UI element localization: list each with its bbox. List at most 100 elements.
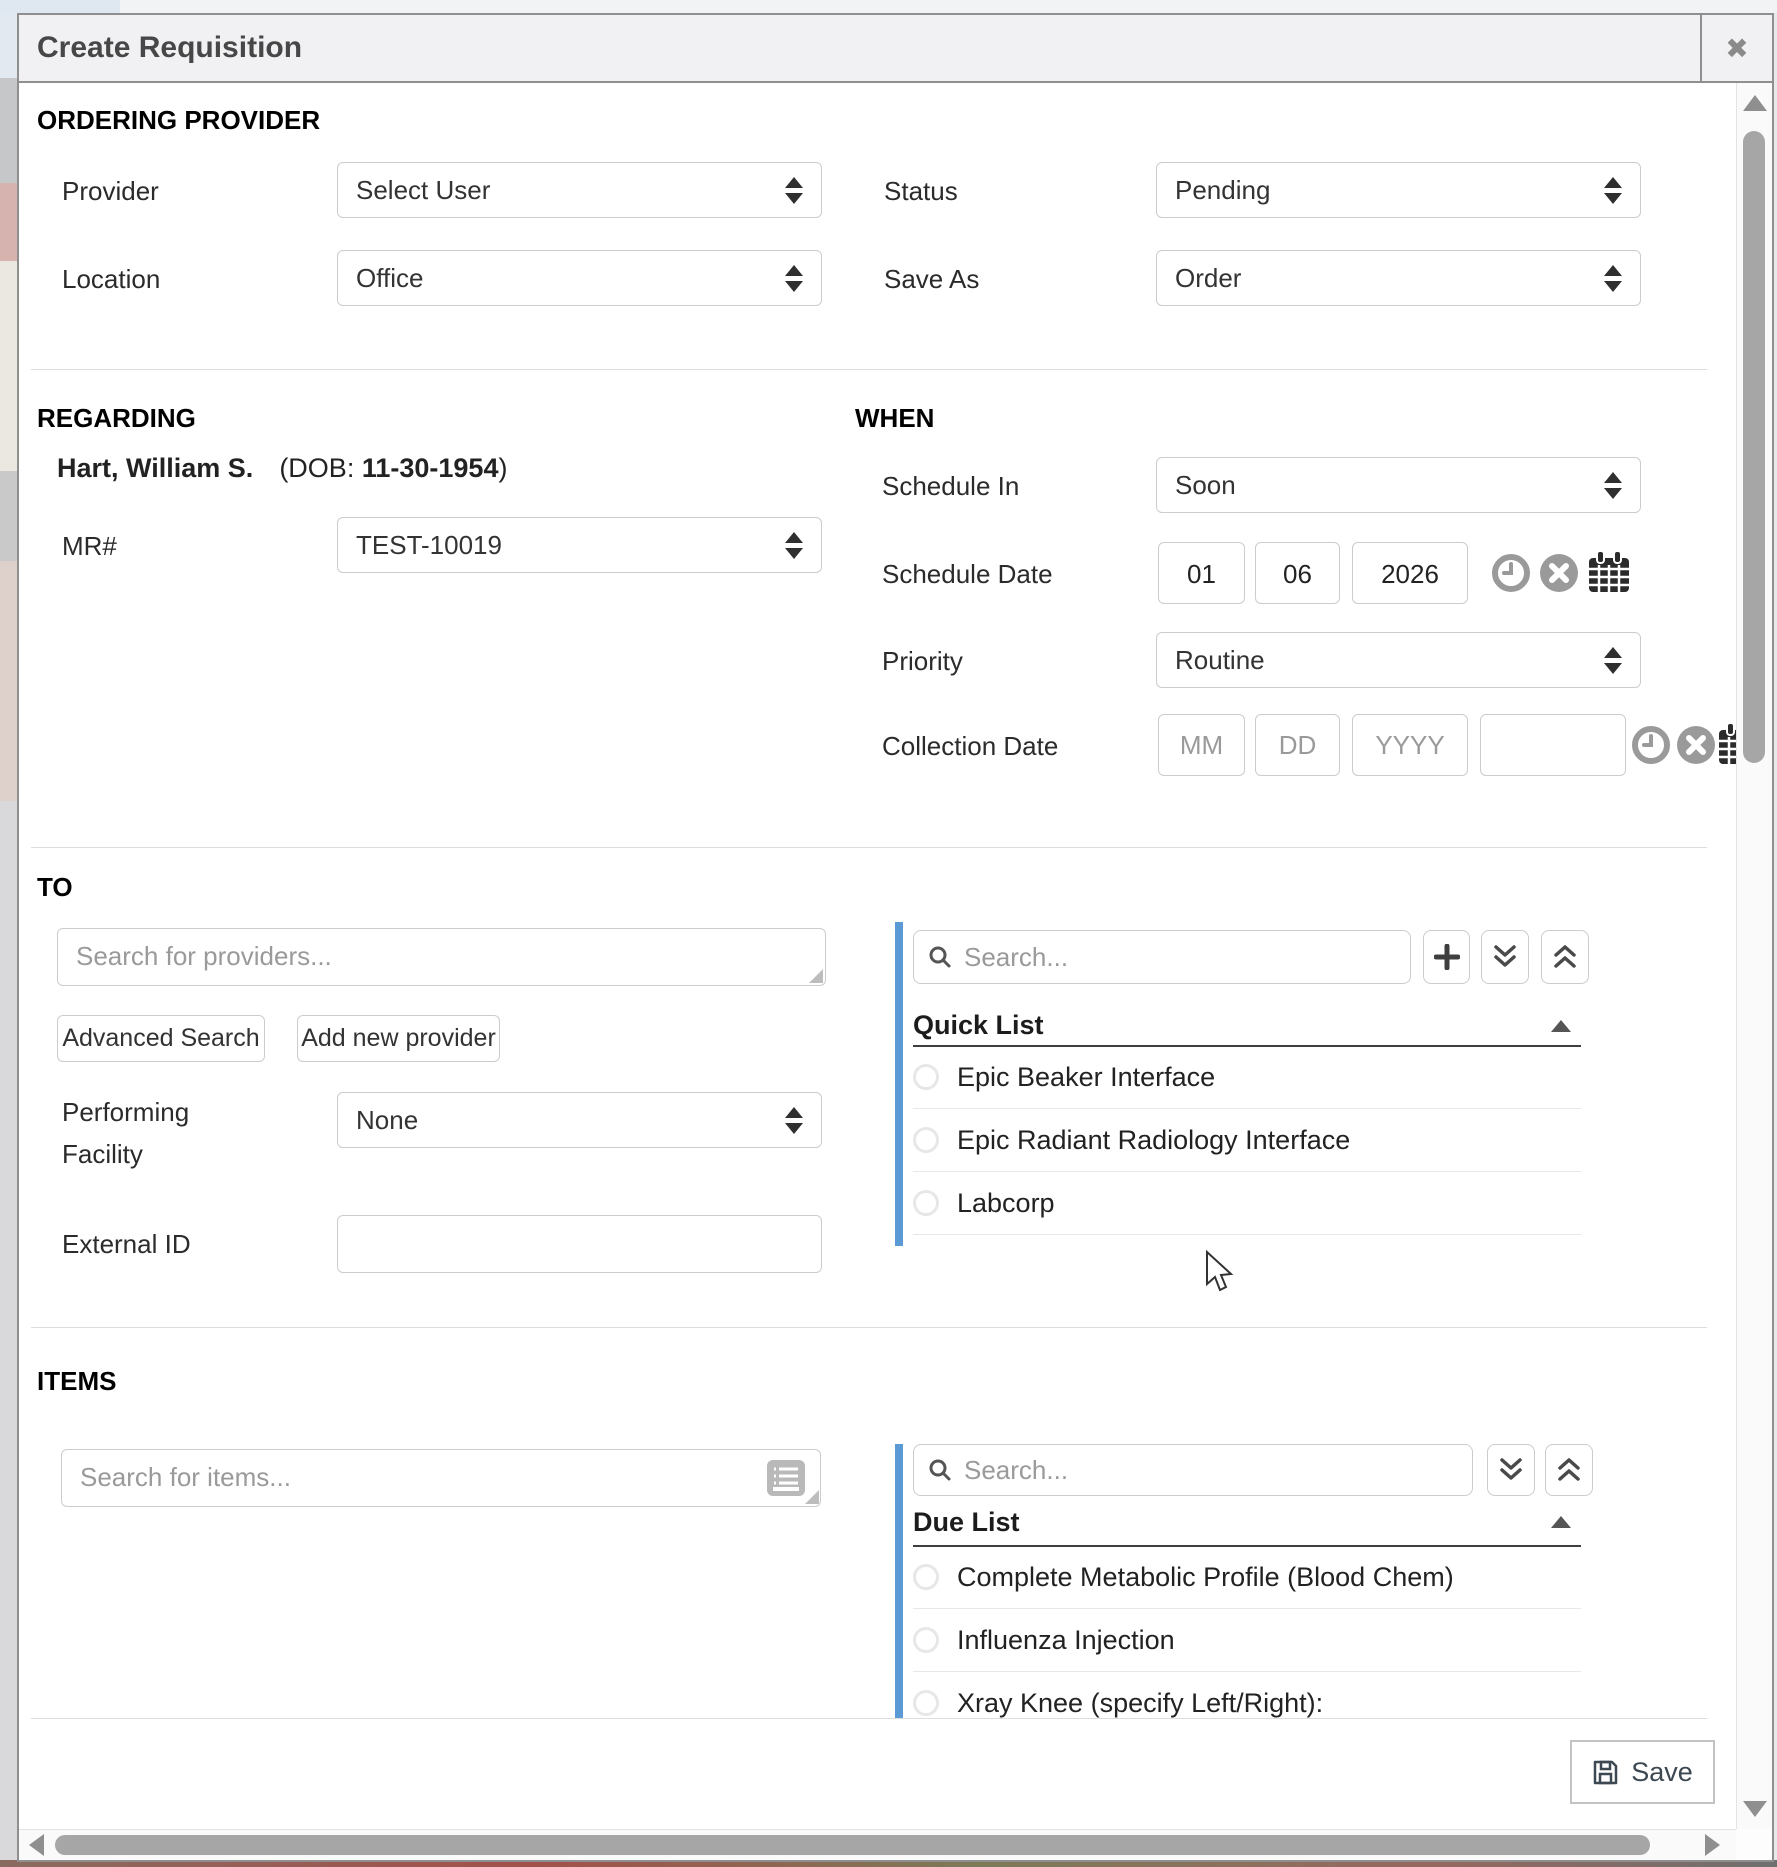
status-select[interactable]: Pending <box>1156 162 1641 218</box>
provider-select-value: Select User <box>356 175 490 206</box>
item-list-picker-icon[interactable] <box>767 1460 805 1496</box>
dialog-content: ORDERING PROVIDER Provider Select User S… <box>19 83 1736 1831</box>
priority-select[interactable]: Routine <box>1156 632 1641 688</box>
panel-accent-bar <box>895 1444 903 1719</box>
radio-icon[interactable] <box>913 1127 939 1153</box>
status-label: Status <box>884 162 958 220</box>
collection-year-input[interactable] <box>1352 714 1468 776</box>
quick-list-item[interactable]: Epic Radiant Radiology Interface <box>913 1109 1581 1172</box>
schedule-time-clock-icon[interactable] <box>1492 554 1530 592</box>
collection-day-input[interactable] <box>1255 714 1340 776</box>
due-list-item[interactable]: Influenza Injection <box>913 1609 1581 1672</box>
horizontal-scrollbar[interactable] <box>19 1829 1736 1860</box>
quick-list-item[interactable]: Epic Beaker Interface <box>913 1046 1581 1109</box>
location-select[interactable]: Office <box>337 250 822 306</box>
resize-grip-icon[interactable] <box>809 969 823 983</box>
location-select-value: Office <box>356 263 423 294</box>
save-as-label: Save As <box>884 250 979 308</box>
add-new-provider-button[interactable]: Add new provider <box>297 1015 500 1062</box>
mr-select[interactable]: TEST-10019 <box>337 517 822 573</box>
add-button[interactable] <box>1423 930 1470 984</box>
footer-divider <box>31 1718 1707 1719</box>
performing-facility-select-value: None <box>356 1105 418 1136</box>
item-search-input[interactable] <box>61 1449 821 1507</box>
collection-date-clear-icon[interactable] <box>1677 726 1715 764</box>
quick-list-search[interactable] <box>913 930 1411 984</box>
select-arrows-icon <box>1604 472 1622 499</box>
section-divider <box>31 847 1707 848</box>
close-icon: ✖ <box>1725 32 1748 65</box>
scroll-right-arrow-icon[interactable] <box>1705 1834 1720 1856</box>
when-heading: WHEN <box>855 403 934 434</box>
due-list-item-label: Influenza Injection <box>957 1625 1175 1656</box>
dialog-title: Create Requisition <box>37 15 302 81</box>
quick-list-item-label: Epic Radiant Radiology Interface <box>957 1125 1350 1156</box>
radio-icon[interactable] <box>913 1690 939 1716</box>
external-id-label: External ID <box>62 1215 191 1273</box>
collapse-section-icon[interactable] <box>1551 1020 1571 1032</box>
due-list-search-input[interactable] <box>962 1454 1458 1487</box>
schedule-date-clear-icon[interactable] <box>1540 554 1578 592</box>
due-list-item-label: Complete Metabolic Profile (Blood Chem) <box>957 1562 1454 1593</box>
scroll-down-arrow-icon[interactable] <box>1743 1801 1767 1817</box>
patient-dob: (DOB: 11-30-1954) <box>279 453 507 484</box>
quick-list-search-input[interactable] <box>962 941 1396 974</box>
due-list-header[interactable]: Due List <box>913 1507 1020 1538</box>
expand-all-button[interactable] <box>1545 1444 1593 1496</box>
select-arrows-icon <box>1604 647 1622 674</box>
schedule-year-input[interactable]: 2026 <box>1352 542 1468 604</box>
quick-list-header[interactable]: Quick List <box>913 1010 1044 1041</box>
patient-name: Hart, William S. <box>57 453 253 484</box>
horizontal-scrollbar-thumb[interactable] <box>55 1835 1650 1855</box>
collection-month-input[interactable] <box>1158 714 1245 776</box>
select-arrows-icon <box>785 177 803 204</box>
vertical-scrollbar[interactable] <box>1736 83 1772 1831</box>
save-button-label: Save <box>1631 1757 1693 1788</box>
schedule-in-select[interactable]: Soon <box>1156 457 1641 513</box>
double-chevron-down-icon <box>1492 943 1518 971</box>
select-arrows-icon <box>785 532 803 559</box>
expand-all-button[interactable] <box>1541 930 1589 984</box>
quick-list-item[interactable]: Labcorp <box>913 1172 1581 1235</box>
schedule-day-input[interactable]: 06 <box>1255 542 1340 604</box>
create-requisition-dialog: Create Requisition ✖ ORDERING PROVIDER P… <box>17 13 1774 1862</box>
provider-label: Provider <box>62 162 159 220</box>
schedule-month-input[interactable]: 01 <box>1158 542 1245 604</box>
external-id-input[interactable] <box>337 1215 822 1273</box>
plus-icon <box>1434 944 1460 970</box>
vertical-scrollbar-thumb[interactable] <box>1743 131 1765 763</box>
close-button[interactable]: ✖ <box>1700 15 1772 81</box>
scrollbar-corner <box>1736 1829 1772 1860</box>
select-arrows-icon <box>785 1107 803 1134</box>
radio-icon[interactable] <box>913 1190 939 1216</box>
provider-select[interactable]: Select User <box>337 162 822 218</box>
resize-grip-icon[interactable] <box>805 1490 819 1504</box>
due-list-search[interactable] <box>913 1444 1473 1496</box>
performing-facility-select[interactable]: None <box>337 1092 822 1148</box>
background-page-sliver <box>0 0 17 1867</box>
collection-calendar-icon[interactable] <box>1716 721 1736 767</box>
collapse-all-button[interactable] <box>1487 1444 1535 1496</box>
save-as-select[interactable]: Order <box>1156 250 1641 306</box>
quick-list-item-label: Labcorp <box>957 1188 1055 1219</box>
due-list-item[interactable]: Xray Knee (specify Left/Right): <box>913 1672 1581 1719</box>
radio-icon[interactable] <box>913 1064 939 1090</box>
due-list-item[interactable]: Complete Metabolic Profile (Blood Chem) <box>913 1546 1581 1609</box>
collapse-all-button[interactable] <box>1481 930 1529 984</box>
collapse-section-icon[interactable] <box>1551 1516 1571 1528</box>
save-icon <box>1592 1759 1619 1786</box>
save-button[interactable]: Save <box>1570 1740 1715 1804</box>
radio-icon[interactable] <box>913 1627 939 1653</box>
radio-icon[interactable] <box>913 1564 939 1590</box>
collection-time-input[interactable] <box>1480 714 1626 776</box>
section-divider <box>31 1327 1707 1328</box>
priority-select-value: Routine <box>1175 645 1265 676</box>
collection-time-clock-icon[interactable] <box>1632 726 1670 764</box>
ordering-provider-heading: ORDERING PROVIDER <box>37 105 320 136</box>
scroll-left-arrow-icon[interactable] <box>29 1834 44 1856</box>
schedule-calendar-icon[interactable] <box>1586 549 1632 595</box>
advanced-search-button[interactable]: Advanced Search <box>57 1015 265 1062</box>
double-chevron-up-icon <box>1552 943 1578 971</box>
provider-search-input[interactable] <box>57 928 826 986</box>
scroll-up-arrow-icon[interactable] <box>1743 95 1767 111</box>
